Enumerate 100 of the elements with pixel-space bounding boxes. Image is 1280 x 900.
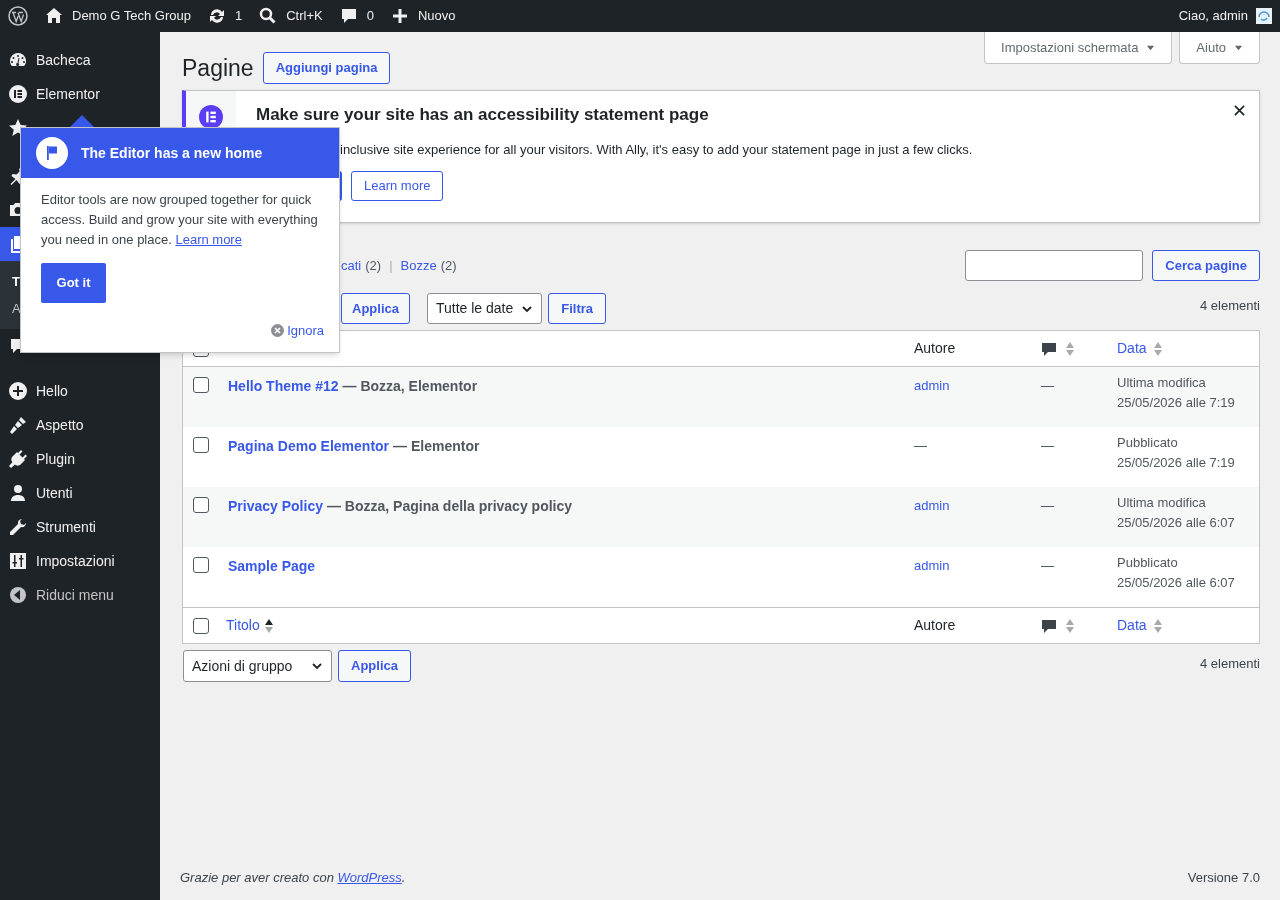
page-title: Pagine <box>182 53 254 83</box>
sort-icon <box>1152 340 1163 357</box>
page-title-link[interactable]: Sample Page <box>228 556 316 577</box>
got-it-button[interactable]: Got it <box>41 263 106 303</box>
flag-icon <box>36 137 68 169</box>
avatar-icon <box>1256 8 1272 24</box>
speech-bubble-icon <box>1041 340 1057 357</box>
checkbox[interactable] <box>193 557 209 573</box>
checkbox[interactable] <box>193 497 209 513</box>
table-cell: — <box>1041 498 1054 513</box>
footer-credit: Grazie per aver creato con WordPress. <box>180 868 406 887</box>
author-link[interactable]: admin <box>914 558 950 573</box>
sliders-icon <box>8 551 28 571</box>
author-link[interactable]: admin <box>914 378 950 393</box>
popover-text: Editor tools are now grouped together for quick access. Build and grow your site with everything you need in one place. Learn more <box>40 191 319 249</box>
view-link[interactable]: cati <box>341 255 362 276</box>
menu-item[interactable]: Utenti <box>0 476 160 510</box>
column-header[interactable]: Data <box>1117 338 1147 359</box>
date-status: Ultima modifica <box>1117 374 1207 392</box>
view-link[interactable]: Bozze <box>400 255 437 276</box>
comments-link[interactable]: 0 <box>338 6 374 26</box>
search-field[interactable] <box>965 250 1144 281</box>
account-link[interactable]: Ciao, admin <box>1178 6 1272 26</box>
updates-link[interactable]: 1 <box>207 6 243 26</box>
site-link[interactable]: Demo G Tech Group <box>44 6 191 26</box>
table-cell: — <box>914 438 927 453</box>
search-button[interactable]: Cerca pagine <box>1152 250 1260 281</box>
sort-icon <box>263 617 274 634</box>
menu-item[interactable]: Aspetto <box>0 408 160 442</box>
refresh-icon <box>207 6 227 26</box>
sort-icon <box>1065 617 1075 634</box>
author-link[interactable]: admin <box>914 498 950 513</box>
popover-title: The Editor has a new home <box>81 143 263 163</box>
sort-icon <box>1152 617 1163 634</box>
date-cell-text: 25/05/2026 alle 6:07 <box>1117 574 1236 592</box>
date-status: Pubblicato <box>1117 434 1179 452</box>
menu-item[interactable]: Riduci menu <box>0 578 160 612</box>
checkbox[interactable] <box>193 437 209 453</box>
checkbox[interactable] <box>193 377 209 393</box>
column-header: Autore <box>913 616 957 635</box>
screen-tab[interactable]: Impostazioni schermata <box>984 32 1173 64</box>
column-header: Autore <box>913 339 957 358</box>
pin-icon <box>8 166 20 186</box>
menu-item[interactable]: Impostazioni <box>0 544 160 578</box>
item-count: 4 elementi <box>1200 655 1260 674</box>
filter-button[interactable]: Filtra <box>548 293 607 324</box>
page-state: — Bozza, Pagina della privacy policy <box>326 497 573 516</box>
menu-item[interactable]: Plugin <box>0 442 160 476</box>
apply-button[interactable]: Applica <box>341 293 410 324</box>
new-link[interactable]: Nuovo <box>389 6 456 26</box>
notice-title: Make sure your site has an accessibility statement page <box>256 104 710 126</box>
home-icon <box>44 6 64 26</box>
close-icon <box>271 323 285 337</box>
table-cell: — <box>1041 438 1054 453</box>
bulk-actions-select[interactable]: Azioni di gruppo <box>183 650 332 682</box>
menu-item[interactable]: Bacheca <box>0 43 160 77</box>
view-count: (2) <box>440 256 457 275</box>
add-page-button[interactable]: Aggiungi pagina <box>262 52 391 84</box>
learn-more-link[interactable]: Learn more <box>175 232 242 247</box>
speech-bubble-icon <box>1041 617 1057 634</box>
notice-text: inclusive site experience for all your visitors. With Ally, it's easy to add your statement page in just a few clicks. <box>340 140 973 159</box>
menu-item[interactable] <box>0 227 20 261</box>
wrench-icon <box>8 517 28 537</box>
elementor-icon <box>8 84 28 104</box>
plus-circle-icon <box>8 381 28 401</box>
page-title-link[interactable]: Pagina Demo Elementor <box>228 436 390 457</box>
view-count: (2) <box>365 256 382 275</box>
sort-icon <box>1065 340 1075 357</box>
caret-icon <box>1146 43 1156 52</box>
chevron-icon <box>311 660 323 672</box>
page-title-link[interactable]: Hello Theme #12 <box>228 376 339 397</box>
checkbox[interactable] <box>193 617 209 634</box>
separator: | <box>389 256 393 275</box>
page-title-link[interactable]: Privacy Policy <box>228 496 323 517</box>
plug-icon <box>8 449 28 469</box>
learn-more-button[interactable]: Learn more <box>351 171 444 201</box>
column-header[interactable]: Data <box>1117 615 1147 636</box>
table-cell: — <box>1041 378 1054 393</box>
date-select[interactable]: Tutte le date <box>426 293 543 324</box>
apply-button[interactable]: Applica <box>338 650 411 682</box>
version-text: Versione 7.0 <box>1187 868 1260 887</box>
speech-bubble-icon <box>8 336 20 356</box>
date-cell-text: 25/05/2026 alle 7:19 <box>1117 454 1236 472</box>
wordpress-link[interactable]: WordPress <box>337 869 402 885</box>
caret-icon <box>1234 43 1243 52</box>
date-cell-text: 25/05/2026 alle 6:07 <box>1117 514 1236 532</box>
menu-item[interactable]: Strumenti <box>0 510 160 544</box>
date-status: Ultima modifica <box>1117 494 1207 512</box>
column-header[interactable]: Titolo <box>226 615 260 636</box>
search-link[interactable]: Ctrl+K <box>258 6 323 26</box>
dismiss-link[interactable]: Ignora <box>271 320 324 340</box>
page-state: — Bozza, Elementor <box>342 377 478 396</box>
menu-item[interactable]: Elementor <box>0 77 160 111</box>
date-status: Pubblicato <box>1117 554 1179 572</box>
table-cell: — <box>1041 558 1054 573</box>
user-icon <box>8 483 28 503</box>
menu-item[interactable]: Hello <box>0 374 160 408</box>
screen-tab[interactable]: Aiuto <box>1179 32 1260 64</box>
wordpress-logo[interactable] <box>8 6 28 26</box>
close-icon[interactable] <box>1234 105 1245 116</box>
